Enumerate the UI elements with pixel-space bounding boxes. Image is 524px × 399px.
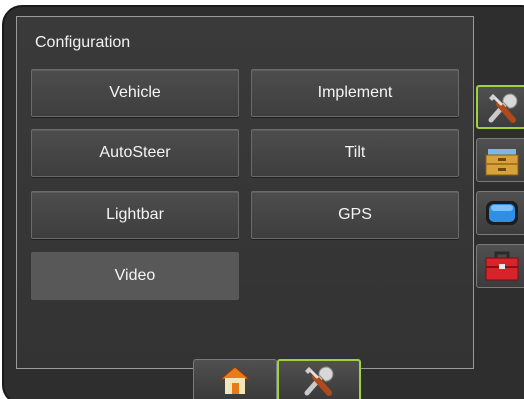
video-button[interactable]: Video	[31, 252, 239, 300]
tools-icon	[304, 366, 334, 396]
screen-icon	[486, 201, 518, 225]
file-drawer-icon	[485, 149, 519, 176]
lightbar-button[interactable]: Lightbar	[31, 191, 239, 239]
vehicle-button[interactable]: Vehicle	[31, 69, 239, 117]
side-tab-tools[interactable]	[476, 85, 524, 129]
page-title: Configuration	[35, 34, 131, 51]
implement-button[interactable]: Implement	[251, 69, 459, 117]
home-icon	[219, 365, 251, 394]
tilt-button[interactable]: Tilt	[251, 129, 459, 177]
side-tab-toolbox[interactable]	[476, 244, 524, 288]
side-tab-files[interactable]	[476, 138, 524, 182]
tools-icon	[488, 93, 518, 123]
tab-home[interactable]	[193, 359, 277, 399]
toolbox-icon	[485, 251, 519, 281]
tab-configuration[interactable]	[277, 359, 361, 399]
configuration-panel: Configuration Vehicle Implement AutoStee…	[16, 16, 474, 369]
autosteer-button[interactable]: AutoSteer	[31, 129, 239, 177]
gps-button[interactable]: GPS	[251, 191, 459, 239]
side-tab-display[interactable]	[476, 191, 524, 235]
